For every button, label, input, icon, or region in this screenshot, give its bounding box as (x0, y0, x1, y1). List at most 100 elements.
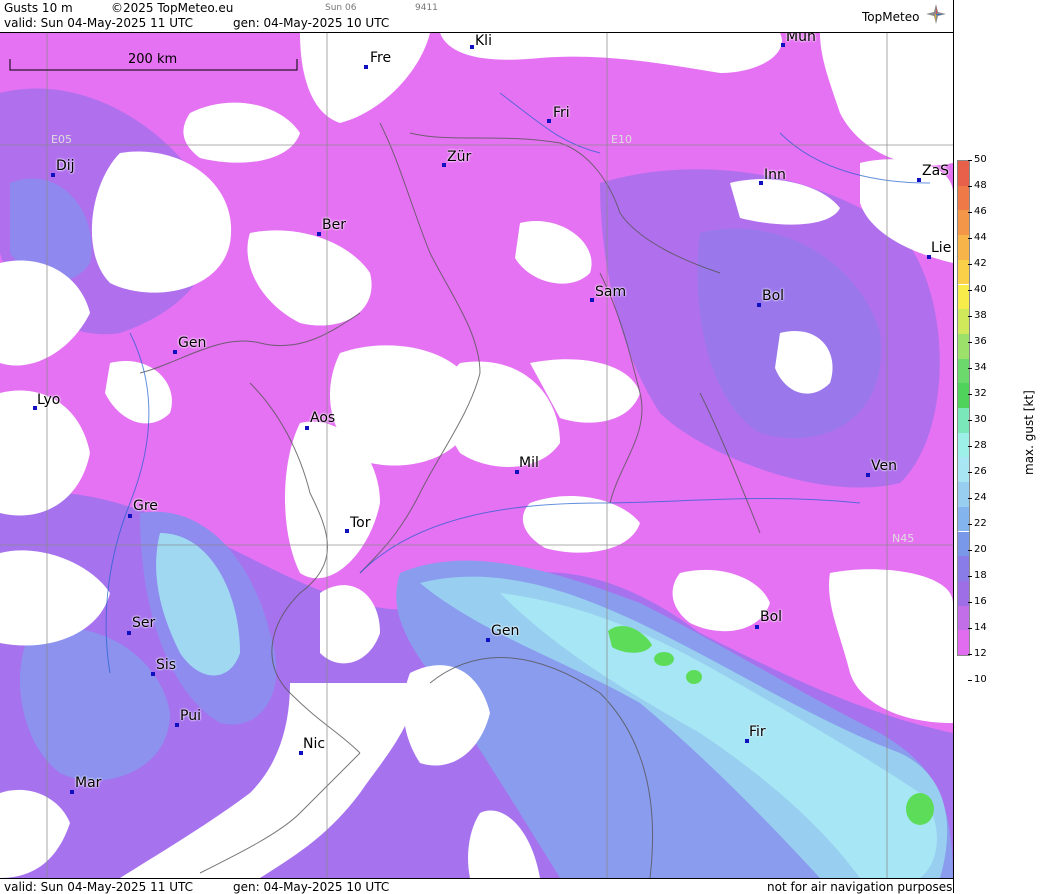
city-label-zur: Zür (447, 149, 472, 165)
legend-tick-mark (968, 394, 972, 395)
legend-tick-mark (968, 680, 972, 681)
city-label-zas: ZaS (922, 163, 950, 179)
city-label-gen-geneva: Gen (178, 335, 207, 351)
gust-map: 200 km E05 E10 N45 Kli Mün Fre Fri Dij Z… (0, 33, 953, 878)
footer-disclaimer: not for air navigation purposes (767, 880, 953, 894)
legend-tick-label: 22 (974, 518, 987, 529)
legend-tick-label: 14 (974, 622, 987, 633)
valid-time: valid: Sun 04-May-2025 11 UTC (4, 16, 193, 30)
legend-unit-label: max. gust [kt] (1022, 390, 1036, 475)
city-label-tor: Tor (350, 515, 371, 531)
legend-tick-label: 34 (974, 362, 987, 373)
city-label-dij: Dij (56, 158, 75, 174)
city-label-nic: Nic (303, 736, 326, 752)
legend-tick-label: 50 (974, 154, 987, 165)
legend-tick-mark (968, 472, 972, 473)
city-label-kli: Kli (475, 33, 492, 49)
legend-color-segment (958, 605, 969, 631)
legend-tick-mark (968, 160, 972, 161)
color-legend: 50 48 46 44 42 40 38 36 34 32 30 28 26 24 22 20 18 16 14 12… (953, 0, 1045, 893)
legend-tick-label: 24 (974, 492, 987, 503)
city-label-fri: Fri (553, 105, 570, 121)
legend-color-segment (958, 309, 969, 334)
legend-color-segment (958, 531, 969, 557)
city-label-inn: Inn (764, 167, 786, 183)
legend-tick-mark (968, 576, 972, 577)
legend-color-segment (958, 383, 969, 408)
legend-color-segment (958, 210, 969, 236)
legend-tick-label: 36 (974, 336, 987, 347)
footer-generated-time: gen: 04-May-2025 10 UTC (233, 880, 390, 894)
legend-tick-label: 26 (974, 466, 987, 477)
legend-color-segment (958, 333, 969, 359)
legend-tick-label: 10 (974, 674, 987, 685)
legend-tick-label: 42 (974, 258, 987, 269)
legend-color-segment (958, 284, 969, 310)
brand-logo-text: TopMeteo (862, 10, 920, 24)
city-label-mar: Mar (75, 775, 102, 791)
legend-color-segment (958, 358, 969, 384)
legend-tick-mark (968, 186, 972, 187)
city-label-lyo: Lyo (37, 392, 61, 408)
map-title: Gusts 10 m (4, 1, 73, 15)
footer-valid-time: valid: Sun 04-May-2025 11 UTC (4, 880, 193, 894)
legend-tick-mark (968, 602, 972, 603)
legend-tick-label: 12 (974, 648, 987, 659)
legend-tick-mark (968, 550, 972, 551)
city-label-bol-north: Bol (762, 288, 785, 304)
code-label: 9411 (415, 3, 438, 13)
legend-tick-label: 30 (974, 414, 987, 425)
grid-label-e05: E05 (51, 133, 72, 146)
city-label-lie: Lie (931, 240, 952, 256)
legend-tick-mark (968, 290, 972, 291)
legend-color-segment (958, 482, 969, 507)
grid-label-e10: E10 (611, 133, 632, 146)
city-label-bol-south: Bol (760, 609, 783, 625)
legend-color-segment (958, 506, 969, 532)
legend-tick-mark (968, 264, 972, 265)
legend-tick-label: 20 (974, 544, 987, 555)
gust-field (0, 33, 953, 878)
legend-tick-label: 48 (974, 180, 987, 191)
city-label-sam: Sam (595, 284, 627, 300)
legend-color-bar (957, 160, 970, 656)
legend-tick-mark (968, 342, 972, 343)
legend-tick-label: 40 (974, 284, 987, 295)
legend-tick-label: 38 (974, 310, 987, 321)
header-bar: Gusts 10 m ©2025 TopMeteo.eu Sun 06 9411… (0, 0, 953, 33)
legend-color-segment (958, 161, 969, 186)
legend-tick-label: 32 (974, 388, 987, 399)
legend-tick-mark (968, 628, 972, 629)
city-label-mil: Mil (519, 455, 539, 471)
city-label-ber: Ber (322, 217, 346, 233)
legend-tick-mark (968, 316, 972, 317)
city-label-sis: Sis (156, 657, 177, 673)
legend-color-segment (958, 556, 969, 581)
legend-tick-label: 46 (974, 206, 987, 217)
day-label: Sun 06 (325, 3, 357, 13)
legend-tick-mark (968, 524, 972, 525)
scale-bar-label: 200 km (128, 52, 178, 67)
legend-tick-label: 18 (974, 570, 987, 581)
legend-tick-label: 16 (974, 596, 987, 607)
legend-color-segment (958, 630, 969, 655)
generated-time: gen: 04-May-2025 10 UTC (233, 16, 390, 30)
city-label-fir: Fir (749, 724, 766, 740)
legend-tick-mark (968, 654, 972, 655)
legend-tick-mark (968, 368, 972, 369)
footer-bar: valid: Sun 04-May-2025 11 UTC gen: 04-Ma… (0, 878, 953, 894)
legend-color-segment (958, 185, 969, 211)
city-label-aos: Aos (310, 410, 336, 426)
city-label-gre: Gre (133, 498, 158, 514)
legend-tick-label: 44 (974, 232, 987, 243)
legend-tick-mark (968, 498, 972, 499)
city-label-fre: Fre (370, 50, 392, 66)
legend-tick-mark (968, 212, 972, 213)
legend-color-segment (958, 457, 969, 483)
brand-logo-icon (926, 4, 946, 24)
city-label-gen-genoa: Gen (491, 623, 520, 639)
city-label-pui: Pui (180, 708, 201, 724)
copyright-text: ©2025 TopMeteo.eu (111, 1, 234, 15)
legend-tick-mark (968, 238, 972, 239)
city-label-ser: Ser (132, 615, 156, 631)
